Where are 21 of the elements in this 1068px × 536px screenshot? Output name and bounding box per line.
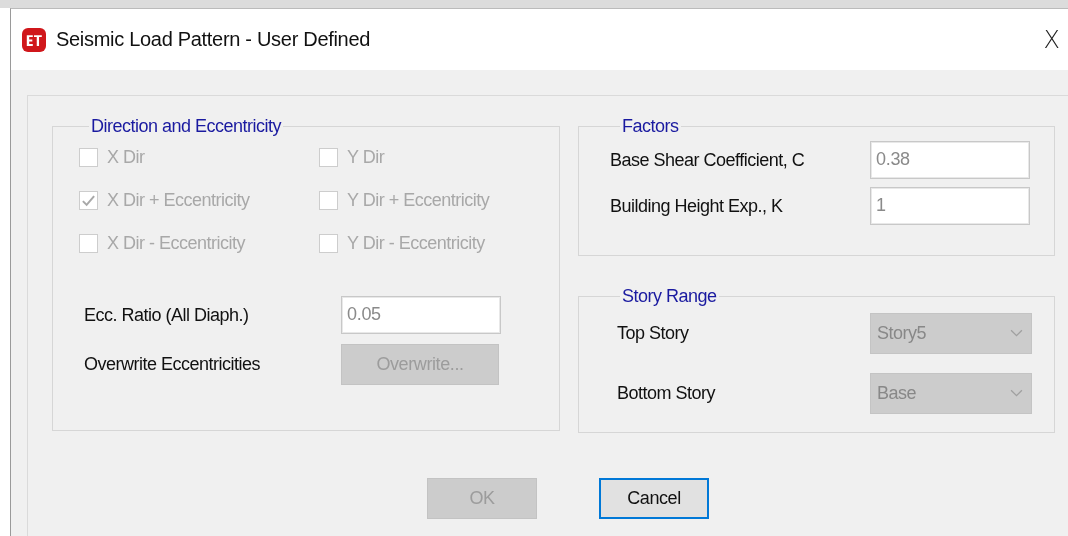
window-title: Seismic Load Pattern - User Defined [56,28,372,51]
field-label: Overwrite Eccentricities [84,354,262,375]
checkbox-label: Y Dir [347,147,385,168]
group-title: Direction and Eccentricity [90,116,283,137]
checkbox-label: X Dir + Eccentricity [107,190,250,211]
group-title: Factors [621,116,680,137]
field-label: Building Height Exp., K [610,195,784,217]
field-label: Ecc. Ratio (All Diaph.) [84,304,250,326]
caret-icon [1010,389,1023,398]
field-label: Base Shear Coefficient, C [610,149,806,171]
checkbox-label: X Dir [107,147,145,168]
group-title: Story Range [621,286,718,307]
dropdown-label: Top Story [616,323,690,344]
dialog-button[interactable]: Cancel [599,478,709,519]
dropdown-label: Bottom Story [616,383,717,404]
checkbox-label: Y Dir + Eccentricity [347,190,490,211]
close-button[interactable]: X [1039,25,1064,54]
app-logo-icon [22,27,46,52]
caret-icon [1010,329,1023,338]
checkbox-label: X Dir - Eccentricity [107,233,246,254]
checkbox-label: Y Dir - Eccentricity [347,233,485,254]
